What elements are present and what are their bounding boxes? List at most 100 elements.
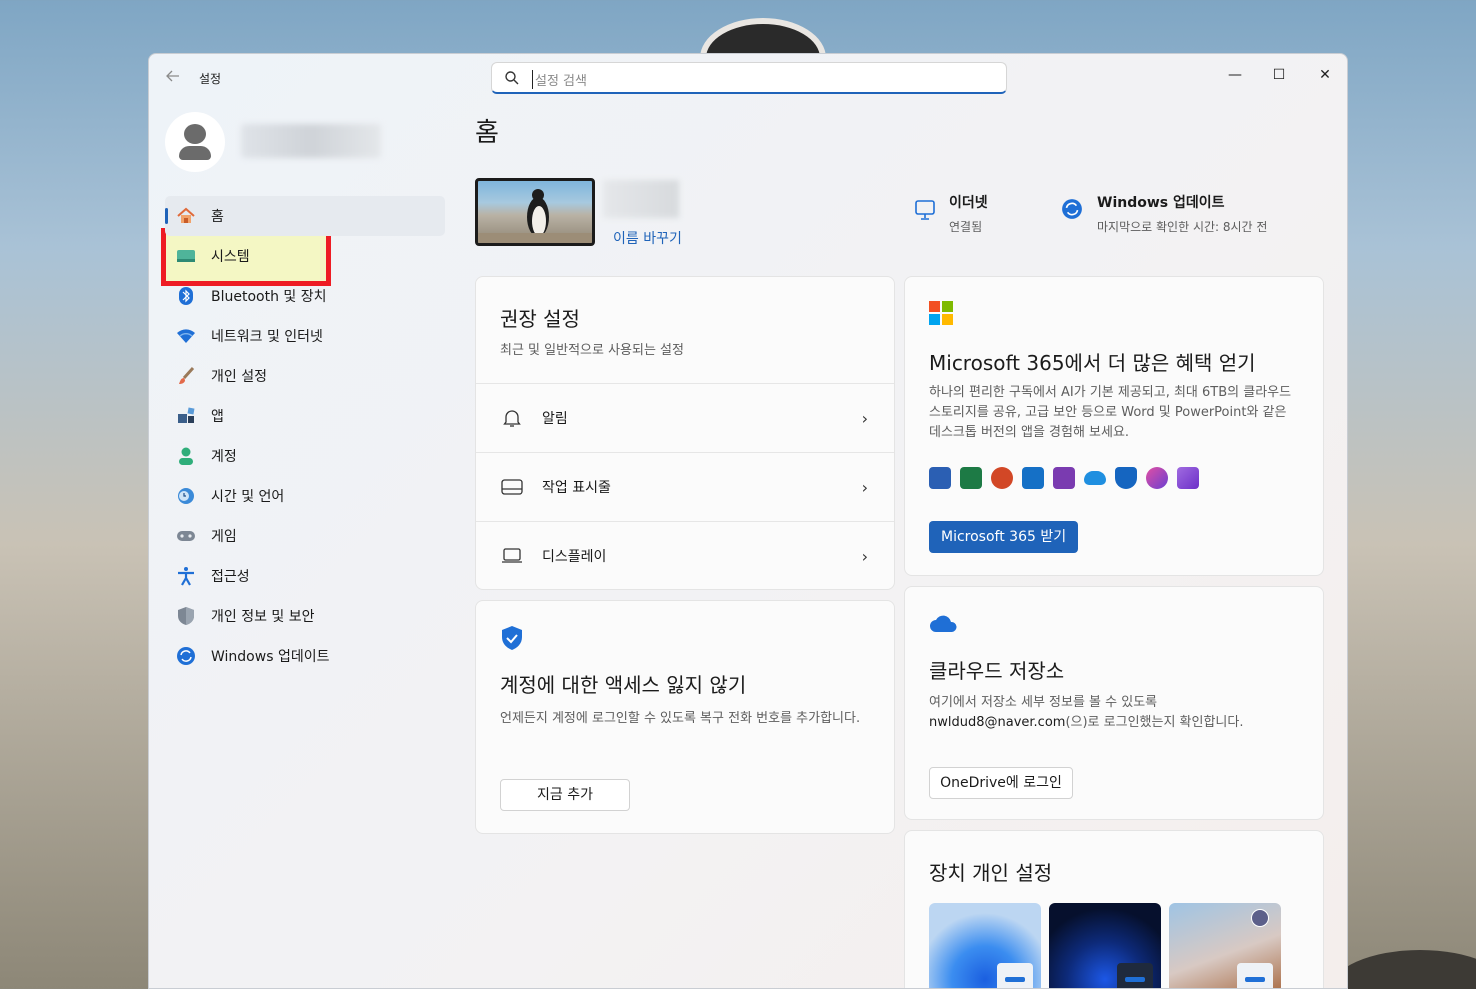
bluetooth-icon xyxy=(175,285,197,307)
card-title: 클라우드 저장소 xyxy=(929,659,1065,683)
sidebar-item-label: 접근성 xyxy=(211,569,250,585)
onedrive-icon xyxy=(1084,471,1106,485)
sidebar-item-windows-update[interactable]: Windows 업데이트 xyxy=(165,636,445,676)
card-subtitle: 최근 및 일반적으로 사용되는 설정 xyxy=(500,343,684,358)
main-content: 홈 이름 바꾸기 이더넷 연결됨 Windows 업데이트 마지막으로 확인한 … xyxy=(475,54,1325,988)
sidebar-item-label: 시간 및 언어 xyxy=(211,489,285,505)
rename-link[interactable]: 이름 바꾸기 xyxy=(613,228,682,248)
account-access-card: 계정에 대한 액세스 잃지 않기 언제든지 계정에 로그인할 수 있도록 복구 … xyxy=(475,600,895,834)
chevron-right-icon: › xyxy=(861,477,868,497)
update-icon xyxy=(175,645,197,667)
device-personalize-card: 장치 개인 설정 xyxy=(904,830,1324,988)
sidebar-item-gaming[interactable]: 게임 xyxy=(165,516,445,556)
page-title: 홈 xyxy=(475,118,499,148)
card-subtitle: 하나의 편리한 구독에서 AI가 기본 제공되고, 최대 6TB의 클라우드 스… xyxy=(929,385,1292,440)
penguin-image xyxy=(478,189,592,243)
app-title: 설정 xyxy=(199,72,222,86)
powerpoint-icon xyxy=(991,467,1013,489)
cloud-icon xyxy=(929,615,959,637)
defender-icon xyxy=(1115,467,1137,489)
display-icon xyxy=(500,544,524,568)
list-item-label: 디스플레이 xyxy=(542,549,607,565)
sidebar-item-network[interactable]: 네트워크 및 인터넷 xyxy=(165,316,445,356)
ethernet-icon xyxy=(913,198,937,226)
shield-icon xyxy=(175,605,197,627)
sidebar-item-home[interactable]: 홈 xyxy=(165,196,445,236)
sidebar-item-label: 앱 xyxy=(211,409,224,425)
sidebar-item-apps[interactable]: 앱 xyxy=(165,396,445,436)
device-wallpaper-thumbnail[interactable] xyxy=(475,178,595,246)
clipchamp-icon xyxy=(1177,467,1199,489)
theme-thumbnail-light[interactable] xyxy=(929,903,1041,988)
chevron-right-icon: › xyxy=(861,546,868,566)
card-title: 계정에 대한 액세스 잃지 않기 xyxy=(500,673,747,697)
sidebar-item-label: 개인 설정 xyxy=(211,369,267,385)
sidebar-item-label: 계정 xyxy=(211,449,237,465)
card-subtitle: 언제든지 계정에 로그인할 수 있도록 복구 전화 번호를 추가합니다. xyxy=(500,711,861,726)
apps-icon xyxy=(175,405,197,427)
recommended-settings-card: 권장 설정 최근 및 일반적으로 사용되는 설정 알림 › 작업 표시줄 › 디… xyxy=(475,276,895,590)
onedrive-login-button[interactable]: OneDrive에 로그인 xyxy=(929,767,1073,799)
arrow-left-icon xyxy=(166,70,179,82)
sidebar-item-system[interactable]: 시스템 xyxy=(165,236,445,276)
sidebar-item-label: Windows 업데이트 xyxy=(211,649,330,665)
theme-thumbnail-dark[interactable] xyxy=(1049,903,1161,988)
update-title: Windows 업데이트 xyxy=(1097,195,1225,211)
ethernet-title: 이더넷 xyxy=(949,195,988,211)
sidebar-item-time-language[interactable]: 시간 및 언어 xyxy=(165,476,445,516)
list-item-label: 작업 표시줄 xyxy=(542,480,611,496)
theme-thumbnail-flowers[interactable] xyxy=(1169,903,1281,988)
back-button[interactable] xyxy=(163,68,183,88)
account-icon xyxy=(175,445,197,467)
add-now-button[interactable]: 지금 추가 xyxy=(500,779,630,811)
sidebar-item-privacy[interactable]: 개인 정보 및 보안 xyxy=(165,596,445,636)
sidebar-item-personalization[interactable]: 개인 설정 xyxy=(165,356,445,396)
update-icon xyxy=(1061,198,1083,224)
chevron-right-icon: › xyxy=(861,408,868,428)
card-title: 장치 개인 설정 xyxy=(929,861,1053,885)
brush-icon xyxy=(175,365,197,387)
update-sub: 마지막으로 확인한 시간: 8시간 전 xyxy=(1097,220,1268,234)
sidebar-item-bluetooth[interactable]: Bluetooth 및 장치 xyxy=(165,276,445,316)
windows-update-status[interactable]: Windows 업데이트 마지막으로 확인한 시간: 8시간 전 xyxy=(1062,192,1268,235)
ms365-app-icons xyxy=(929,467,1199,489)
gamepad-icon xyxy=(175,525,197,547)
settings-window: 설정 설정 검색 — ☐ ✕ 홈 시스템 Bluetooth 및 장치 네트워크… xyxy=(148,53,1348,989)
outlook-icon xyxy=(1022,467,1044,489)
shield-check-icon xyxy=(500,625,524,655)
cloud-sub-line1: 여기에서 저장소 세부 정보를 볼 수 있도록 xyxy=(929,695,1158,710)
desktop-wallpaper-rock xyxy=(1330,950,1476,989)
sidebar-item-accessibility[interactable]: 접근성 xyxy=(165,556,445,596)
microsoft-logo-icon xyxy=(929,301,953,329)
sidebar-item-label: 개인 정보 및 보안 xyxy=(211,609,315,625)
sidebar-item-label: 시스템 xyxy=(211,249,250,265)
sidebar-item-label: 네트워크 및 인터넷 xyxy=(211,329,323,345)
device-name-blurred xyxy=(603,180,679,218)
ethernet-status[interactable]: 이더넷 연결됨 xyxy=(915,192,988,235)
word-icon xyxy=(929,467,951,489)
list-item-notifications[interactable]: 알림 › xyxy=(476,383,894,452)
sidebar-nav: 홈 시스템 Bluetooth 및 장치 네트워크 및 인터넷 개인 설정 앱 … xyxy=(161,196,445,676)
clock-globe-icon xyxy=(175,485,197,507)
copilot-icon xyxy=(1146,467,1168,489)
system-icon xyxy=(175,245,197,267)
card-title: 권장 설정 xyxy=(500,307,580,331)
list-item-taskbar[interactable]: 작업 표시줄 › xyxy=(476,452,894,521)
onenote-icon xyxy=(1053,467,1075,489)
bell-icon xyxy=(500,406,524,430)
sidebar-item-label: 홈 xyxy=(211,209,224,225)
home-icon xyxy=(175,205,197,227)
microsoft365-card: Microsoft 365에서 더 많은 혜택 얻기 하나의 편리한 구독에서 … xyxy=(904,276,1324,576)
get-microsoft365-button[interactable]: Microsoft 365 받기 xyxy=(929,521,1079,553)
excel-icon xyxy=(960,467,982,489)
account-email: nwldud8@naver.com xyxy=(929,715,1066,730)
accessibility-icon xyxy=(175,565,197,587)
user-profile[interactable] xyxy=(165,112,381,172)
sidebar-item-label: 게임 xyxy=(211,529,237,545)
card-title: Microsoft 365에서 더 많은 혜택 얻기 xyxy=(929,351,1256,375)
sidebar-item-label: Bluetooth 및 장치 xyxy=(211,289,327,305)
user-name-blurred xyxy=(241,124,381,158)
list-item-display[interactable]: 디스플레이 › xyxy=(476,521,894,589)
sidebar-item-accounts[interactable]: 계정 xyxy=(165,436,445,476)
wifi-icon xyxy=(175,325,197,347)
